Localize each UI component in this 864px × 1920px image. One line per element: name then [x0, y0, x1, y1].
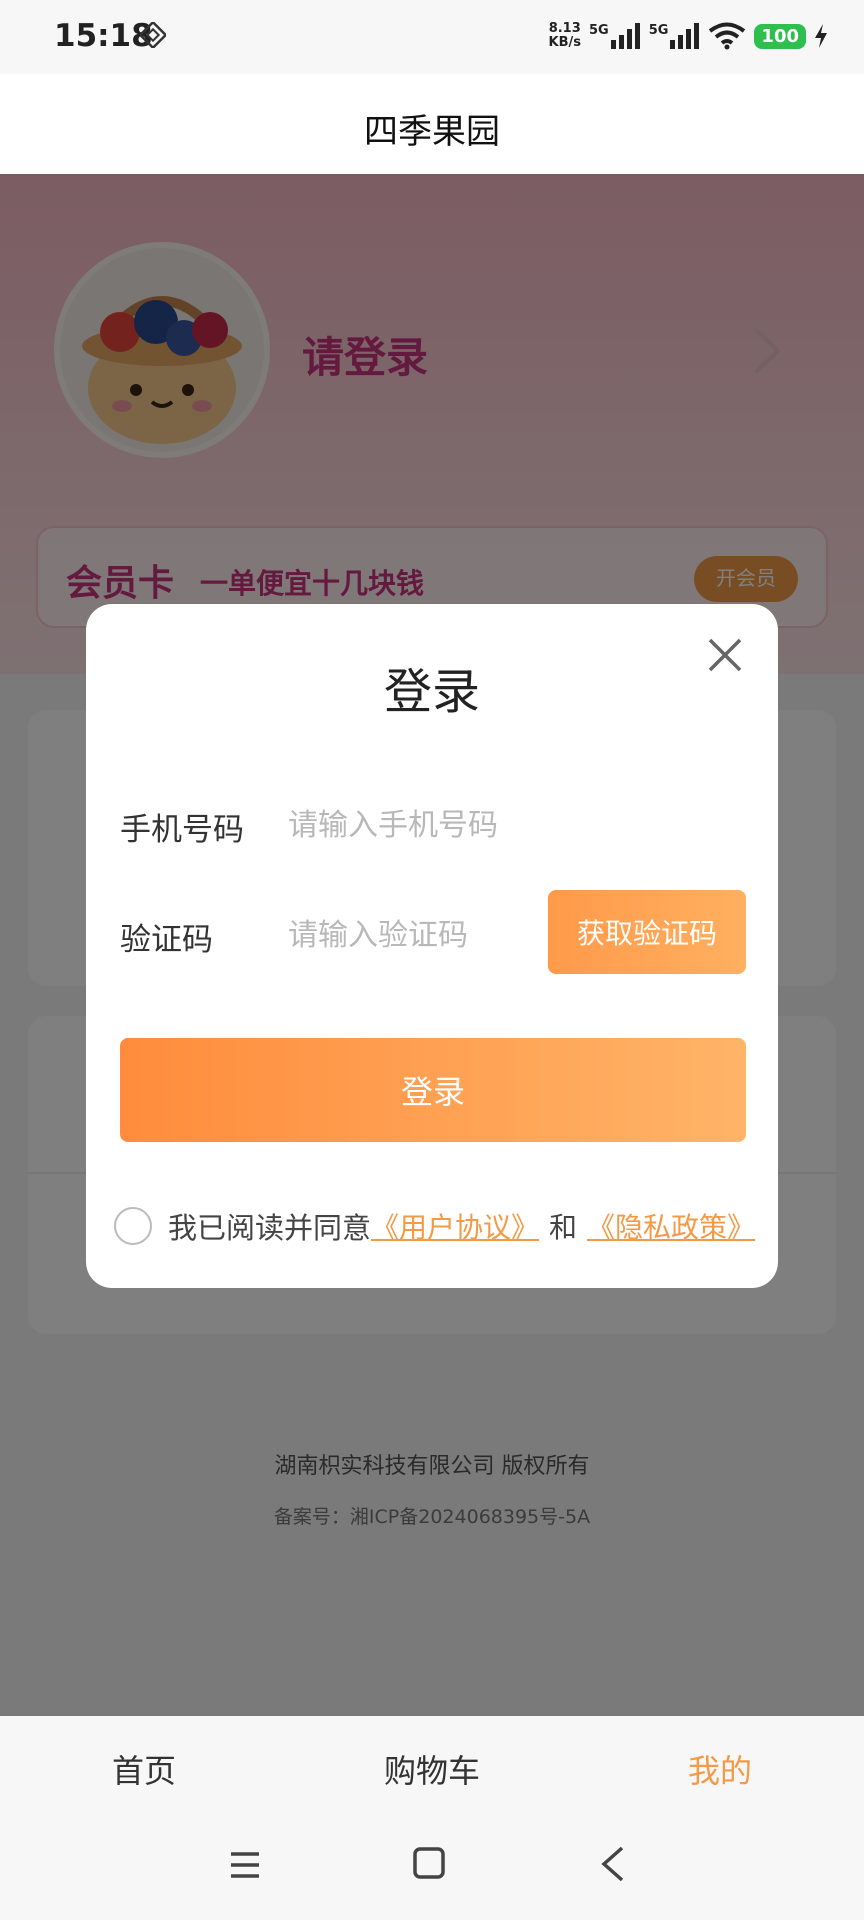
close-icon[interactable]: [704, 634, 746, 676]
agreement-row: 我已阅读并同意 《用户协议》 和 《隐私政策》: [114, 1204, 755, 1248]
system-nav-bar: [0, 1822, 864, 1920]
back-chevron-icon[interactable]: [598, 1844, 628, 1884]
verification-code-input[interactable]: [288, 910, 538, 960]
tab-home[interactable]: 首页: [0, 1716, 288, 1822]
tab-mine[interactable]: 我的: [576, 1716, 864, 1822]
tab-bar: 首页 购物车 我的: [0, 1716, 864, 1822]
signal-sim1: 5G: [589, 23, 641, 49]
login-modal: 登录 手机号码 验证码 获取验证码 登录 我已阅读并同意 《用户协议》 和 《隐…: [86, 604, 778, 1288]
network-speed: 8.13 KB/s: [549, 22, 581, 50]
tab-cart[interactable]: 购物车: [288, 1716, 576, 1822]
status-bar: 15:18 8.13 KB/s 5G 5G 100: [0, 0, 864, 74]
title-bar: 四季果园: [0, 74, 864, 174]
signal-icon: [670, 23, 700, 49]
home-square-icon[interactable]: [412, 1846, 446, 1880]
get-code-button[interactable]: 获取验证码: [548, 890, 746, 974]
wifi-icon: [709, 22, 746, 50]
user-agreement-link[interactable]: 《用户协议》: [371, 1206, 539, 1246]
battery-icon: 100: [754, 23, 806, 49]
network-speed-value: 8.13: [548, 21, 581, 36]
phone-input[interactable]: [288, 800, 728, 850]
signal-icon: [610, 23, 640, 49]
charging-icon: [815, 24, 827, 48]
phone-label: 手机号码: [120, 812, 244, 848]
sim2-network-type: 5G: [648, 23, 669, 38]
agreement-checkbox[interactable]: [114, 1207, 152, 1245]
login-button[interactable]: 登录: [120, 1038, 746, 1142]
network-speed-unit: KB/s: [548, 35, 581, 50]
privacy-policy-link[interactable]: 《隐私政策》: [587, 1206, 755, 1246]
modal-title: 登录: [383, 664, 480, 720]
nfc-icon: [140, 22, 166, 48]
menu-icon[interactable]: [228, 1848, 262, 1882]
agreement-and-text: 和: [549, 1211, 578, 1244]
signal-sim2: 5G: [649, 23, 701, 49]
status-indicators: 8.13 KB/s 5G 5G 100: [549, 16, 828, 56]
status-time: 15:18: [54, 18, 153, 54]
agreement-text: 我已阅读并同意: [168, 1211, 372, 1245]
sim1-network-type: 5G: [588, 23, 609, 38]
verification-code-label: 验证码: [120, 922, 213, 958]
page-title: 四季果园: [364, 112, 500, 152]
